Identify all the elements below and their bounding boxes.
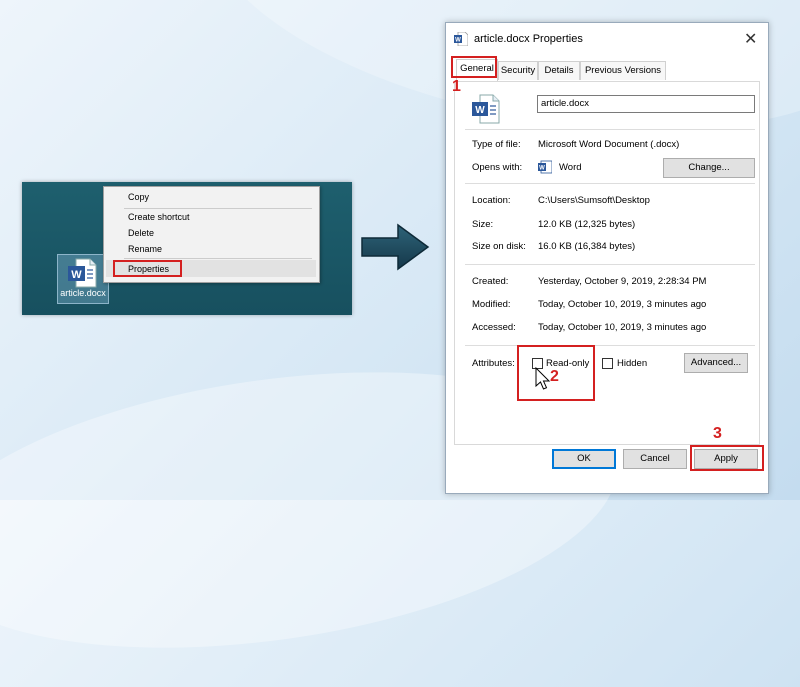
modified-label: Modified: [472, 299, 511, 310]
size-label: Size: [472, 219, 494, 230]
apply-highlight-box [690, 445, 764, 471]
hidden-checkbox[interactable] [602, 358, 613, 369]
opens-with-label: Opens with: [472, 162, 523, 173]
desktop-file-icon[interactable]: W article.docx [57, 254, 109, 304]
attributes-label: Attributes: [472, 358, 515, 369]
word-app-icon: W [538, 160, 552, 174]
cancel-button[interactable]: Cancel [623, 449, 687, 469]
step-3-label: 3 [713, 425, 722, 442]
hidden-label[interactable]: Hidden [617, 358, 647, 369]
tab-details[interactable]: Details [538, 61, 580, 80]
accessed-label: Accessed: [472, 322, 516, 333]
change-button[interactable]: Change... [663, 158, 755, 178]
divider [465, 264, 755, 265]
svg-text:W: W [475, 105, 485, 116]
created-value: Yesterday, October 9, 2019, 2:28:34 PM [538, 276, 707, 287]
word-document-icon: W [68, 258, 97, 288]
menu-item-copy[interactable]: Copy [128, 192, 149, 202]
svg-text:W: W [71, 269, 82, 281]
properties-highlight-box [113, 260, 182, 277]
general-tab-highlight-box [451, 56, 497, 78]
size-on-disk-label: Size on disk: [472, 241, 526, 252]
right-arrow-icon [361, 223, 430, 271]
step-2-label: 2 [550, 368, 559, 385]
desktop-file-label: article.docx [60, 288, 106, 298]
svg-text:W: W [539, 166, 545, 172]
word-document-icon: W [472, 94, 500, 124]
divider [465, 183, 755, 184]
menu-separator [124, 258, 312, 259]
opens-with-value: Word [559, 162, 582, 173]
modified-value: Today, October 10, 2019, 3 minutes ago [538, 299, 707, 310]
tab-previous-versions[interactable]: Previous Versions [580, 61, 666, 80]
mouse-pointer-icon [535, 367, 551, 390]
type-value: Microsoft Word Document (.docx) [538, 139, 680, 150]
step-1-label: 1 [452, 78, 461, 95]
menu-item-rename[interactable]: Rename [128, 244, 162, 254]
menu-item-delete[interactable]: Delete [128, 228, 154, 238]
close-icon[interactable]: ✕ [744, 29, 757, 49]
size-on-disk-value: 16.0 KB (16,384 bytes) [538, 241, 636, 252]
general-tab-panel: W article.docx Type of file: Microsoft W… [454, 81, 760, 445]
properties-dialog: W article.docx Properties ✕ General Secu… [445, 22, 769, 494]
menu-item-create-shortcut[interactable]: Create shortcut [128, 212, 190, 222]
tab-security[interactable]: Security [498, 61, 538, 80]
size-value: 12.0 KB (12,325 bytes) [538, 219, 636, 230]
svg-text:W: W [455, 38, 461, 44]
divider [465, 345, 755, 346]
dialog-title: article.docx Properties [474, 33, 583, 45]
file-name-input[interactable]: article.docx [537, 95, 755, 113]
location-value: C:\Users\Sumsoft\Desktop [538, 195, 650, 206]
ok-button[interactable]: OK [552, 449, 616, 469]
advanced-button[interactable]: Advanced... [684, 353, 748, 373]
type-label: Type of file: [472, 139, 521, 150]
created-label: Created: [472, 276, 509, 287]
menu-separator [124, 208, 312, 209]
word-title-icon: W [454, 32, 468, 46]
accessed-value: Today, October 10, 2019, 3 minutes ago [538, 322, 707, 333]
location-label: Location: [472, 195, 511, 206]
divider [465, 129, 755, 130]
